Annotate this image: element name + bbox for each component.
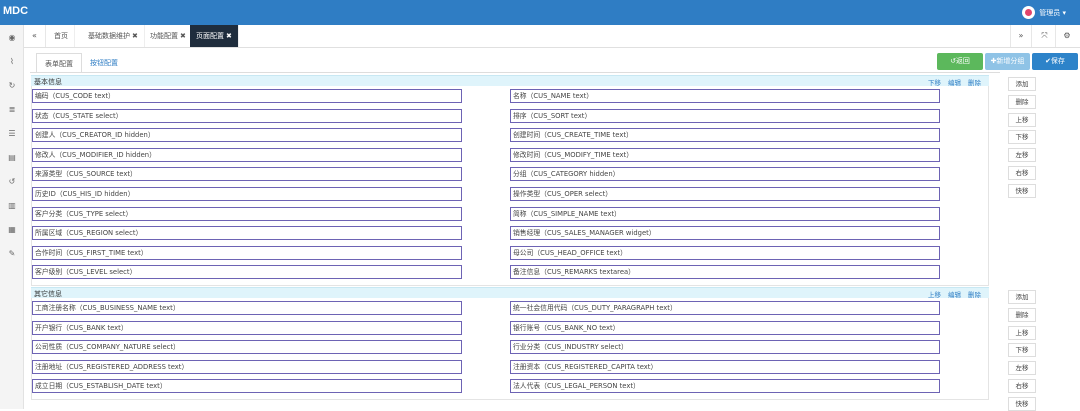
form-field-config[interactable]: 编码（CUS_CODE text）	[32, 89, 462, 103]
book-icon[interactable]: ▥	[8, 202, 16, 210]
form-field-config[interactable]: 创建时间（CUS_CREATE_TIME text）	[510, 128, 940, 142]
tab-form-config[interactable]: 表单配置	[36, 53, 82, 73]
tab-label: 基础数据维护	[88, 32, 130, 40]
field-delete-button[interactable]: 删除	[1008, 308, 1036, 322]
tab-item[interactable]: 功能配置 ✖	[144, 25, 193, 47]
form-field-config[interactable]: 销售经理（CUS_SALES_MANAGER widget）	[510, 226, 940, 240]
form-field-config[interactable]: 状态（CUS_STATE select）	[32, 109, 462, 123]
form-field-config[interactable]: 合作时间（CUS_FIRST_TIME text）	[32, 246, 462, 260]
user-name: 管理员 ▾	[1039, 8, 1066, 17]
user-menu[interactable]: 管理员 ▾	[1022, 6, 1066, 19]
database-icon[interactable]: ≣	[8, 106, 16, 114]
section-header: 其它信息 上移 编辑 删除	[31, 287, 989, 299]
close-icon[interactable]: ✖	[132, 32, 138, 40]
form-field-config[interactable]: 创建人（CUS_CREATOR_ID hidden）	[32, 128, 462, 142]
form-field-config[interactable]: 备注信息（CUS_REMARKS textarea）	[510, 265, 940, 279]
calendar-icon[interactable]: ▦	[8, 226, 16, 234]
app-logo: MDC	[3, 5, 29, 17]
field-add-button[interactable]: 添加	[1008, 77, 1036, 91]
form-field-config[interactable]: 历史ID（CUS_HIS_ID hidden）	[32, 187, 462, 201]
form-field-config[interactable]: 公司性质（CUS_COMPANY_NATURE select）	[32, 340, 462, 354]
form-field-config[interactable]: 母公司（CUS_HEAD_OFFICE text）	[510, 246, 940, 260]
tab-scroll-right-icon[interactable]: »	[1010, 25, 1032, 47]
close-icon[interactable]: ✖	[180, 32, 186, 40]
fullscreen-icon[interactable]: ⤧	[1034, 25, 1056, 47]
id-card-icon[interactable]: ▤	[8, 154, 16, 162]
form-field-config[interactable]: 名称（CUS_NAME text）	[510, 89, 940, 103]
form-field-config[interactable]: 银行账号（CUS_BANK_NO text）	[510, 321, 940, 335]
field-add-button[interactable]: 添加	[1008, 290, 1036, 304]
field-quick-move-button[interactable]: 快移	[1008, 184, 1036, 198]
form-field-config[interactable]: 客户分类（CUS_TYPE select）	[32, 207, 462, 221]
tab-button-config[interactable]: 按钮配置	[82, 53, 126, 73]
section-header: 基本信息 下移 编辑 删除	[31, 75, 989, 87]
form-field-config[interactable]: 修改时间（CUS_MODIFY_TIME text）	[510, 148, 940, 162]
tab-item[interactable]: 首页	[48, 25, 75, 47]
save-button[interactable]: ✔保存	[1032, 53, 1078, 70]
divider	[30, 72, 1000, 73]
list-icon[interactable]: ☰	[8, 130, 16, 138]
form-field-config[interactable]: 开户银行（CUS_BANK text）	[32, 321, 462, 335]
field-move-left-button[interactable]: 左移	[1008, 148, 1036, 162]
settings-icon[interactable]: ⚙	[1056, 25, 1078, 47]
back-button[interactable]: ↺返回	[937, 53, 983, 70]
close-icon[interactable]: ✖	[226, 32, 232, 40]
form-field-config[interactable]: 成立日期（CUS_ESTABLISH_DATE text）	[32, 379, 462, 393]
form-field-config[interactable]: 行业分类（CUS_INDUSTRY select）	[510, 340, 940, 354]
field-move-left-button[interactable]: 左移	[1008, 361, 1036, 375]
form-field-config[interactable]: 修改人（CUS_MODIFIER_ID hidden）	[32, 148, 462, 162]
field-delete-button[interactable]: 删除	[1008, 95, 1036, 109]
field-move-down-button[interactable]: 下移	[1008, 343, 1036, 357]
history-icon[interactable]: ↺	[8, 178, 16, 186]
form-field-config[interactable]: 来源类型（CUS_SOURCE text）	[32, 167, 462, 181]
form-field-config[interactable]: 分组（CUS_CATEGORY hidden）	[510, 167, 940, 181]
tab-label: 页面配置	[196, 32, 224, 40]
top-bar: MDC 管理员 ▾	[0, 0, 1080, 25]
tab-label: 首页	[54, 32, 68, 40]
field-move-down-button[interactable]: 下移	[1008, 130, 1036, 144]
add-group-button[interactable]: ✚新增分组	[985, 53, 1030, 70]
tab-scroll-left-icon[interactable]: «	[24, 25, 46, 47]
form-field-config[interactable]: 工商注册名称（CUS_BUSINESS_NAME text）	[32, 301, 462, 315]
chart-icon[interactable]: ⌇	[8, 58, 16, 66]
form-field-config[interactable]: 法人代表（CUS_LEGAL_PERSON text）	[510, 379, 940, 393]
field-move-up-button[interactable]: 上移	[1008, 113, 1036, 127]
form-field-config[interactable]: 客户级别（CUS_LEVEL select）	[32, 265, 462, 279]
form-field-config[interactable]: 操作类型（CUS_OPER select）	[510, 187, 940, 201]
wrench-icon[interactable]: ✎	[8, 250, 16, 258]
tab-item[interactable]: 页面配置 ✖	[190, 25, 239, 47]
user-avatar-icon	[1022, 6, 1036, 19]
field-move-right-button[interactable]: 右移	[1008, 379, 1036, 393]
sidebar: ◉ ⌇ ↻ ≣ ☰ ▤ ↺ ▥ ▦ ✎	[0, 25, 24, 409]
form-field-config[interactable]: 注册地址（CUS_REGISTERED_ADDRESS text）	[32, 360, 462, 374]
form-field-config[interactable]: 注册资本（CUS_REGISTERED_CAPITA text）	[510, 360, 940, 374]
tab-item[interactable]: 基础数据维护 ✖	[82, 25, 145, 47]
field-move-up-button[interactable]: 上移	[1008, 326, 1036, 340]
tab-label: 功能配置	[150, 32, 178, 40]
refresh-icon[interactable]: ↻	[8, 82, 16, 90]
tab-bar: « 首页 基础数据维护 ✖ 功能配置 ✖ 页面配置 ✖ » ⤧ ⚙	[24, 25, 1080, 48]
form-field-config[interactable]: 统一社会信用代码（CUS_DUTY_PARAGRAPH text）	[510, 301, 940, 315]
dashboard-icon[interactable]: ◉	[8, 34, 16, 42]
field-move-right-button[interactable]: 右移	[1008, 166, 1036, 180]
form-field-config[interactable]: 排序（CUS_SORT text）	[510, 109, 940, 123]
form-field-config[interactable]: 所属区域（CUS_REGION select）	[32, 226, 462, 240]
form-field-config[interactable]: 简称（CUS_SIMPLE_NAME text）	[510, 207, 940, 221]
